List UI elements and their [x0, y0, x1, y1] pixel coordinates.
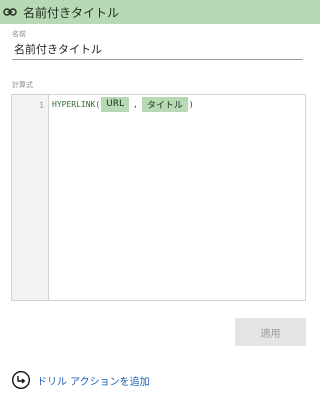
add-drill-action-link[interactable]: ドリル アクションを追加	[11, 370, 150, 390]
apply-button[interactable]: 適用	[235, 318, 306, 346]
panel-title: 名前付きタイトル	[23, 5, 120, 20]
function-name: HYPERLINK(	[52, 99, 101, 109]
formula-editor[interactable]: 1 HYPERLINK( URL , タイトル )	[11, 94, 306, 301]
name-input[interactable]: 名前付きタイトル	[12, 38, 303, 60]
line-number-gutter: 1	[12, 95, 49, 300]
arg-chip-url[interactable]: URL	[101, 96, 130, 112]
link-icon	[3, 5, 17, 19]
arg-chip-title[interactable]: タイトル	[141, 96, 188, 112]
drill-arrow-icon	[11, 370, 31, 390]
closing-paren: )	[188, 99, 194, 109]
formula-field-label: 計算式	[12, 81, 33, 89]
formula-code-line[interactable]: HYPERLINK( URL , タイトル )	[52, 96, 194, 112]
line-number: 1	[39, 101, 44, 110]
panel-header: 名前付きタイトル	[0, 0, 320, 24]
arg-separator: ,	[133, 99, 138, 109]
formula-editor-panel: 名前付きタイトル 名前 名前付きタイトル 計算式 1 HYPERLINK( UR…	[0, 0, 320, 400]
drill-action-label: ドリル アクションを追加	[37, 376, 150, 388]
